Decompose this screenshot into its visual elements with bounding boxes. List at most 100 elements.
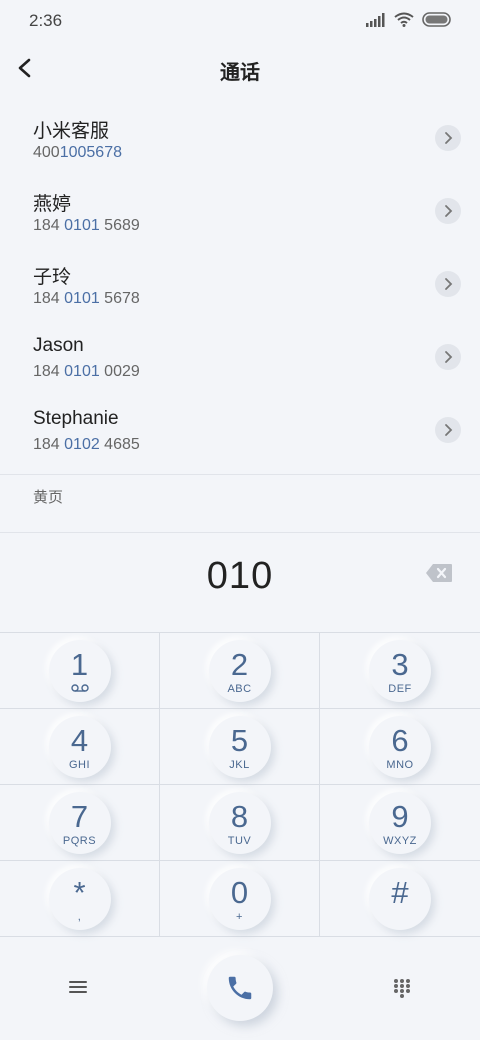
key-letters [49, 683, 111, 695]
key-digit: 3 [391, 646, 409, 682]
keypad-icon [394, 979, 410, 998]
contact-name: 小米客服 [33, 121, 110, 142]
key-digit: 4 [70, 722, 89, 758]
yellow-pages-link[interactable]: 黄页 [33, 486, 63, 507]
key-digit: 1 [70, 646, 89, 682]
contact-number: 184 0101 0029 [33, 363, 140, 380]
keypad-row: 7 PQRS 8 TUV 9 WXYZ [0, 785, 480, 861]
divider [0, 474, 480, 475]
contact-row[interactable]: Jason 184 0101 0029 [0, 323, 480, 396]
key-digit: 0 [230, 874, 249, 910]
key-digit: # [391, 874, 409, 910]
key-6[interactable]: 6 MNO [320, 709, 480, 784]
contact-number: 184 0101 5689 [33, 217, 140, 234]
key-letters: DEF [388, 682, 412, 695]
keypad: 1 2 ABC 3 DEF 4 GHI 5 JKL 6 MNO 7 PQRS 8… [0, 632, 480, 937]
contact-detail-button[interactable] [435, 198, 461, 224]
key-6-button[interactable]: 6 MNO [369, 715, 431, 778]
key-letters: GHI [68, 758, 91, 771]
page-title: 通话 [220, 62, 260, 84]
key-9[interactable]: 9 WXYZ [320, 785, 480, 860]
key-letters: PQRS [62, 834, 97, 847]
contact-name: 子玲 [33, 267, 72, 288]
key-letters: JKL [229, 758, 250, 771]
key-4[interactable]: 4 GHI [0, 709, 160, 784]
key-1[interactable]: 1 [0, 633, 160, 708]
backspace-button[interactable] [425, 563, 453, 583]
keypad-row: 4 GHI 5 JKL 6 MNO [0, 709, 480, 785]
contact-number: 184 0102 4685 [33, 436, 140, 453]
key-9-button[interactable]: 9 WXYZ [369, 791, 431, 854]
phone-icon [228, 976, 252, 1000]
key-letters: WXYZ [383, 834, 417, 847]
contact-detail-button[interactable] [435, 344, 461, 370]
call-button[interactable] [207, 955, 273, 1021]
backspace-icon [426, 564, 452, 582]
key-star[interactable]: * , [0, 861, 160, 936]
voicemail-icon [70, 683, 89, 692]
contact-row[interactable]: 子玲 184 0101 5678 [0, 250, 480, 323]
chevron-right-icon [445, 278, 453, 290]
contact-name: 燕婷 [33, 194, 72, 215]
key-4-button[interactable]: 4 GHI [48, 715, 111, 778]
keypad-row: 1 2 ABC 3 DEF [0, 633, 480, 709]
chevron-right-icon [445, 132, 453, 144]
key-8-button[interactable]: 8 TUV [208, 791, 271, 854]
key-7-button[interactable]: 7 PQRS [48, 791, 111, 854]
contact-number: 184 0101 5678 [33, 290, 140, 307]
status-time: 2:36 [29, 11, 63, 30]
contact-row[interactable]: Stephanie 184 0102 4685 [0, 396, 480, 469]
key-3[interactable]: 3 DEF [320, 633, 480, 708]
key-letters: TUV [227, 834, 252, 847]
key-letters: MNO [386, 758, 414, 771]
key-0-button[interactable]: 0 + [208, 867, 271, 930]
key-digit: 8 [230, 798, 249, 834]
dial-display: 010 [0, 533, 480, 632]
chevron-right-icon [445, 205, 453, 217]
battery-icon [422, 12, 451, 27]
key-8[interactable]: 8 TUV [160, 785, 320, 860]
key-hash[interactable]: # [320, 861, 480, 936]
bottom-action-bar [0, 935, 480, 1040]
key-letters: , [77, 910, 82, 923]
key-digit: 9 [391, 798, 409, 834]
key-hash-button[interactable]: # [369, 867, 431, 930]
key-2-button[interactable]: 2 ABC [208, 639, 271, 702]
key-letters: ABC [227, 682, 252, 695]
menu-button[interactable] [67, 977, 89, 997]
contact-row[interactable]: 燕婷 184 0101 5689 [0, 177, 480, 250]
key-digit: 5 [230, 722, 249, 758]
contact-detail-button[interactable] [435, 125, 461, 151]
signal-icon [366, 12, 385, 27]
header: 通话 [0, 42, 480, 96]
contact-detail-button[interactable] [435, 271, 461, 297]
key-digit: * [73, 874, 86, 910]
key-5[interactable]: 5 JKL [160, 709, 320, 784]
contact-name: Stephanie [33, 408, 119, 429]
key-letters: + [236, 910, 243, 923]
key-3-button[interactable]: 3 DEF [369, 639, 431, 702]
key-5-button[interactable]: 5 JKL [208, 715, 271, 778]
key-digit: 6 [391, 722, 409, 758]
dialed-number: 010 [206, 555, 274, 597]
status-icons [366, 12, 452, 27]
chevron-right-icon [445, 351, 453, 363]
key-1-button[interactable]: 1 [48, 639, 111, 702]
key-2[interactable]: 2 ABC [160, 633, 320, 708]
key-digit: 7 [70, 798, 89, 834]
contact-row[interactable]: 小米客服 4001005678 [0, 104, 480, 177]
key-digit: 2 [230, 646, 249, 682]
key-0[interactable]: 0 + [160, 861, 320, 936]
menu-icon [69, 981, 87, 993]
keypad-toggle-button[interactable] [392, 977, 412, 999]
key-7[interactable]: 7 PQRS [0, 785, 160, 860]
key-star-button[interactable]: * , [48, 867, 111, 930]
contact-number: 4001005678 [33, 144, 122, 161]
wifi-icon [394, 12, 414, 27]
contact-results: 小米客服 4001005678 燕婷 184 0101 5689 子玲 184 … [0, 104, 480, 469]
keypad-row: * , 0 + # [0, 861, 480, 937]
chevron-right-icon [445, 424, 453, 436]
contact-name: Jason [33, 335, 84, 356]
contact-detail-button[interactable] [435, 417, 461, 443]
status-bar: 2:36 [0, 0, 480, 42]
